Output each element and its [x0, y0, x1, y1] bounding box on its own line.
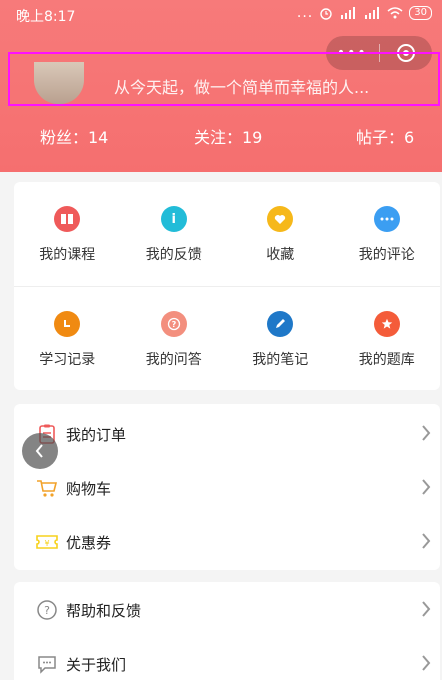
status-icons: ... 30 [297, 5, 432, 21]
list-item-cart[interactable]: 购物车 [14, 461, 440, 515]
battery-level: 30 [409, 6, 432, 20]
svg-text:¥: ¥ [44, 539, 49, 548]
chevron-right-icon [422, 533, 431, 549]
svg-text:?: ? [171, 320, 176, 329]
list-item-coupons[interactable]: ¥ 优惠券 [14, 515, 440, 569]
coupon-icon: ¥ [36, 535, 58, 549]
stat-fans[interactable]: 粉丝：14 [40, 124, 108, 148]
wifi-icon [387, 7, 403, 19]
grid-item-feedback[interactable]: i 我的反馈 [121, 182, 228, 286]
clock-icon [54, 311, 81, 337]
chevron-left-icon [35, 444, 43, 458]
grid-item-courses[interactable]: 我的课程 [14, 182, 121, 286]
grid-row-1: 我的课程 i 我的反馈 收藏 我的评论 [14, 182, 440, 286]
grid-row-2: 学习记录 ? 我的问答 我的笔记 我的题库 [14, 286, 440, 390]
list-label: 优惠券 [66, 534, 112, 552]
grid-label: 我的问答 [145, 352, 202, 368]
profile-header: 晚上8:17 ... 30 ••• 从今天起，做一个简单而幸福的人... 粉丝：… [0, 0, 442, 172]
grid-label: 学习记录 [39, 352, 96, 368]
feature-grid-card: 我的课程 i 我的反馈 收藏 我的评论 学习记录 ? 我的问答 我的笔记 我的题… [14, 182, 440, 390]
info-icon: i [160, 206, 187, 232]
list-label: 关于我们 [66, 656, 127, 674]
profile-motto: 从今天起，做一个简单而幸福的人... [114, 78, 370, 97]
profile-info-row[interactable]: 从今天起，做一个简单而幸福的人... [8, 52, 440, 106]
grid-label: 我的反馈 [145, 247, 202, 263]
list-label: 我的订单 [66, 426, 127, 444]
list-label: 帮助和反馈 [66, 602, 142, 620]
list-item-about[interactable]: 关于我们 [14, 637, 440, 680]
star-icon [373, 311, 400, 337]
heart-icon [267, 206, 294, 232]
pencil-icon [267, 311, 294, 337]
cart-icon [37, 480, 58, 497]
avatar[interactable] [34, 62, 84, 104]
signal-2-icon [365, 7, 380, 19]
grid-item-study-records[interactable]: 学习记录 [14, 287, 121, 390]
more-dots: ... [296, 5, 314, 21]
signal-1-icon [341, 7, 356, 19]
question-icon: ? [160, 311, 187, 337]
grid-item-comments[interactable]: 我的评论 [334, 182, 441, 286]
chat-icon [38, 656, 56, 674]
grid-item-favorites[interactable]: 收藏 [227, 182, 334, 286]
grid-item-question-bank[interactable]: 我的题库 [334, 287, 441, 390]
book-icon [54, 206, 81, 232]
help-list-card: ? 帮助和反馈 关于我们 [14, 582, 440, 680]
chevron-right-icon [422, 479, 431, 495]
list-item-help[interactable]: ? 帮助和反馈 [14, 583, 440, 637]
grid-item-notes[interactable]: 我的笔记 [227, 287, 334, 390]
grid-label: 我的笔记 [252, 352, 309, 368]
stat-following[interactable]: 关注：19 [194, 124, 262, 148]
chevron-right-icon [422, 655, 431, 671]
grid-label: 我的评论 [358, 247, 415, 263]
status-bar: 晚上8:17 ... 30 [0, 0, 442, 30]
grid-item-qa[interactable]: ? 我的问答 [121, 287, 228, 390]
grid-label: 我的题库 [358, 352, 415, 368]
comment-dots-icon [373, 206, 400, 232]
alarm-icon [320, 8, 332, 20]
grid-label: 收藏 [266, 247, 295, 263]
stat-posts[interactable]: 帖子：6 [356, 124, 414, 148]
chevron-right-icon [422, 425, 431, 441]
chevron-right-icon [422, 601, 431, 617]
list-item-orders[interactable]: 我的订单 [14, 407, 440, 461]
list-label: 购物车 [66, 480, 112, 498]
order-list-card: 我的订单 购物车 ¥ 优惠券 [14, 404, 440, 570]
svg-text:?: ? [44, 604, 50, 617]
grid-label: 我的课程 [39, 247, 96, 263]
profile-stats: 粉丝：14 关注：19 帖子：6 [0, 124, 442, 148]
status-time: 晚上8:17 [16, 9, 76, 25]
help-icon: ? [37, 600, 57, 620]
floating-back-button[interactable] [22, 433, 58, 469]
